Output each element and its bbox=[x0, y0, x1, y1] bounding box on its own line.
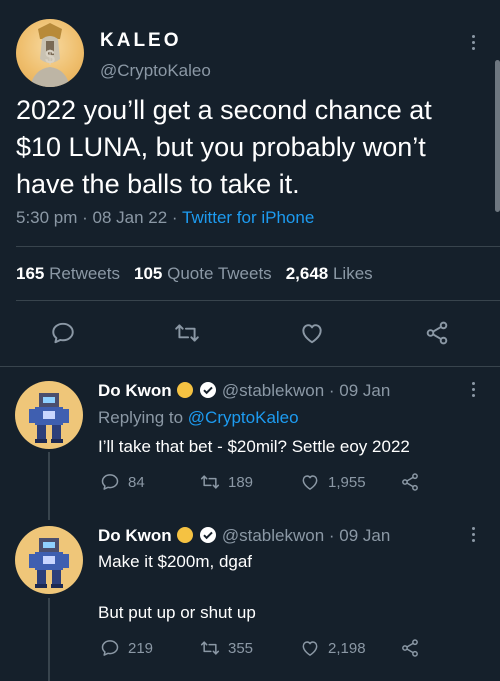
reply-like-button[interactable]: 1,955 bbox=[300, 472, 366, 492]
reply-retweet-button[interactable]: 189 bbox=[200, 472, 253, 492]
like-icon bbox=[302, 475, 318, 490]
reply-header: Do Kwon @stablekwon · 09 Jan bbox=[98, 381, 390, 404]
reply-icon bbox=[101, 640, 119, 656]
share-icon bbox=[426, 321, 448, 345]
reply-button[interactable] bbox=[50, 320, 76, 346]
reply-share-button[interactable] bbox=[400, 472, 428, 492]
reply-count: 84 bbox=[128, 473, 145, 491]
pixel-robot-avatar-icon bbox=[29, 538, 69, 588]
quotes-stat[interactable]: 105 Quote Tweets bbox=[134, 264, 272, 283]
likes-stat[interactable]: 2,648 Likes bbox=[286, 264, 373, 283]
divider bbox=[16, 300, 500, 301]
retweet-icon bbox=[200, 641, 220, 655]
tweet-line-1: 2022 you’ll get a second chance at bbox=[16, 95, 432, 125]
tweet-stats: 165 Retweets 105 Quote Tweets 2,648 Likes bbox=[16, 264, 373, 284]
retweets-stat[interactable]: 165 Retweets bbox=[16, 264, 120, 283]
dokwon-avatar[interactable] bbox=[15, 381, 83, 449]
tweet-timestamp[interactable]: 5:30 pm · 08 Jan 22 · bbox=[16, 208, 182, 227]
sun-badge-icon bbox=[176, 526, 194, 549]
verified-icon bbox=[199, 526, 217, 549]
retweet-icon bbox=[200, 475, 220, 489]
reply-author-name[interactable]: Do Kwon bbox=[98, 381, 172, 400]
thread-line bbox=[48, 452, 50, 520]
more-options-icon[interactable] bbox=[472, 382, 476, 400]
like-count: 1,955 bbox=[328, 473, 366, 491]
quotes-label: Quote Tweets bbox=[167, 264, 272, 283]
divider bbox=[0, 366, 500, 367]
more-options-icon[interactable] bbox=[472, 35, 476, 53]
reply-like-button[interactable]: 2,198 bbox=[300, 638, 366, 658]
reply-retweet-button[interactable]: 355 bbox=[200, 638, 253, 658]
share-icon bbox=[402, 473, 418, 491]
verified-icon bbox=[199, 381, 217, 404]
kaleo-avatar-icon: $ bbox=[30, 23, 70, 87]
svg-text:$: $ bbox=[45, 47, 55, 67]
retweet-icon bbox=[175, 324, 199, 342]
like-button[interactable] bbox=[299, 320, 325, 346]
dokwon-avatar[interactable] bbox=[15, 526, 83, 594]
share-button[interactable] bbox=[424, 320, 450, 346]
like-icon bbox=[302, 324, 322, 344]
retweet-count: 189 bbox=[228, 473, 254, 491]
reply-author-name[interactable]: Do Kwon bbox=[98, 526, 172, 545]
replying-prefix: Replying to bbox=[98, 408, 188, 427]
more-options-icon[interactable] bbox=[472, 527, 476, 545]
retweets-count: 165 bbox=[16, 264, 45, 283]
like-icon bbox=[302, 641, 318, 656]
reply-text: I’ll take that bet - $20mil? Settle eoy … bbox=[98, 437, 410, 456]
author-handle[interactable]: @CryptoKaleo bbox=[100, 61, 211, 81]
divider bbox=[16, 246, 500, 247]
tweet-line-2: $10 LUNA, but you probably won’t bbox=[16, 132, 426, 162]
reply-icon bbox=[52, 322, 74, 344]
retweets-label: Retweets bbox=[49, 264, 120, 283]
share-icon bbox=[402, 639, 418, 657]
thread-line bbox=[48, 598, 50, 681]
tweet-line-3: have the balls to take it. bbox=[16, 169, 300, 199]
reply-reply-button[interactable]: 219 bbox=[100, 638, 153, 658]
tweet-source[interactable]: Twitter for iPhone bbox=[182, 208, 314, 227]
replying-to-handle[interactable]: @CryptoKaleo bbox=[188, 408, 299, 427]
reply-share-button[interactable] bbox=[400, 638, 428, 658]
reply-header: Do Kwon @stablekwon · 09 Jan bbox=[98, 526, 390, 549]
reply-icon bbox=[101, 474, 119, 490]
reply-text-line-1: Make it $200m, dgaf bbox=[98, 552, 253, 571]
kaleo-avatar[interactable]: $ bbox=[16, 19, 84, 87]
likes-label: Likes bbox=[332, 264, 373, 283]
author-name[interactable]: KALEO bbox=[100, 30, 182, 52]
sun-badge-icon bbox=[176, 381, 194, 404]
quotes-count: 105 bbox=[133, 264, 163, 283]
tweet-text: 2022 you’ll get a second chance at $10 L… bbox=[16, 92, 486, 203]
reply-count: 219 bbox=[128, 639, 154, 657]
reply-handle-date[interactable]: @stablekwon · 09 Jan bbox=[222, 526, 390, 545]
like-count: 2,198 bbox=[328, 639, 366, 657]
scrollbar[interactable] bbox=[495, 60, 500, 212]
replying-to: Replying to @CryptoKaleo bbox=[98, 407, 299, 429]
reply-handle-date[interactable]: @stablekwon · 09 Jan bbox=[222, 381, 390, 400]
reply-reply-button[interactable]: 84 bbox=[100, 472, 145, 492]
likes-count: 2,648 bbox=[285, 264, 329, 283]
reply-text-line-2: But put up or shut up bbox=[98, 603, 256, 622]
pixel-robot-avatar-icon bbox=[29, 393, 69, 443]
tweet-meta: 5:30 pm · 08 Jan 22 · Twitter for iPhone bbox=[16, 208, 314, 228]
retweet-count: 355 bbox=[228, 639, 254, 657]
retweet-button[interactable] bbox=[174, 320, 200, 346]
